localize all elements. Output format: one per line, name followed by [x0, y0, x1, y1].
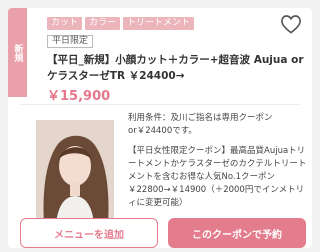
tag-color: カラー [85, 17, 121, 30]
coupon-price: ￥15,900 [47, 89, 111, 104]
coupon-description: 【平日女性限定クーポン】最高品質Aujuaトリートメントかケラスターゼのカクテル… [128, 146, 307, 208]
new-customer-ribbon: 新規 [8, 8, 27, 97]
heart-outline-icon[interactable] [280, 14, 302, 34]
book-with-coupon-button[interactable]: このクーポンで予約 [168, 218, 306, 248]
ribbon-label: 新規 [12, 43, 23, 62]
usage-conditions: 利用条件：及川ご指名は専用クーポンor￥24400です。 [128, 113, 273, 136]
tag-cut: カット [47, 17, 83, 30]
stylist-photo [36, 120, 114, 224]
tag-treatment: トリートメント [123, 17, 195, 30]
coupon-title: 【平日_新規】小顔カット＋カラー+超音波 Aujua or ケラスターゼTR ￥… [47, 54, 304, 82]
coupon-card: 新規 カット カラー トリートメント 平日限定 【平日_新規】小顔カット＋カラー… [8, 8, 312, 248]
add-menu-button[interactable]: メニューを追加 [20, 218, 158, 248]
weekday-limit-badge: 平日限定 [47, 35, 94, 48]
portrait-image [36, 120, 114, 224]
coupon-tags: カット カラー トリートメント [47, 17, 195, 30]
divider [20, 104, 300, 105]
coupon-conditions: 利用条件：及川ご指名は専用クーポンor￥24400です。 【平日女性限定クーポン… [128, 112, 308, 210]
